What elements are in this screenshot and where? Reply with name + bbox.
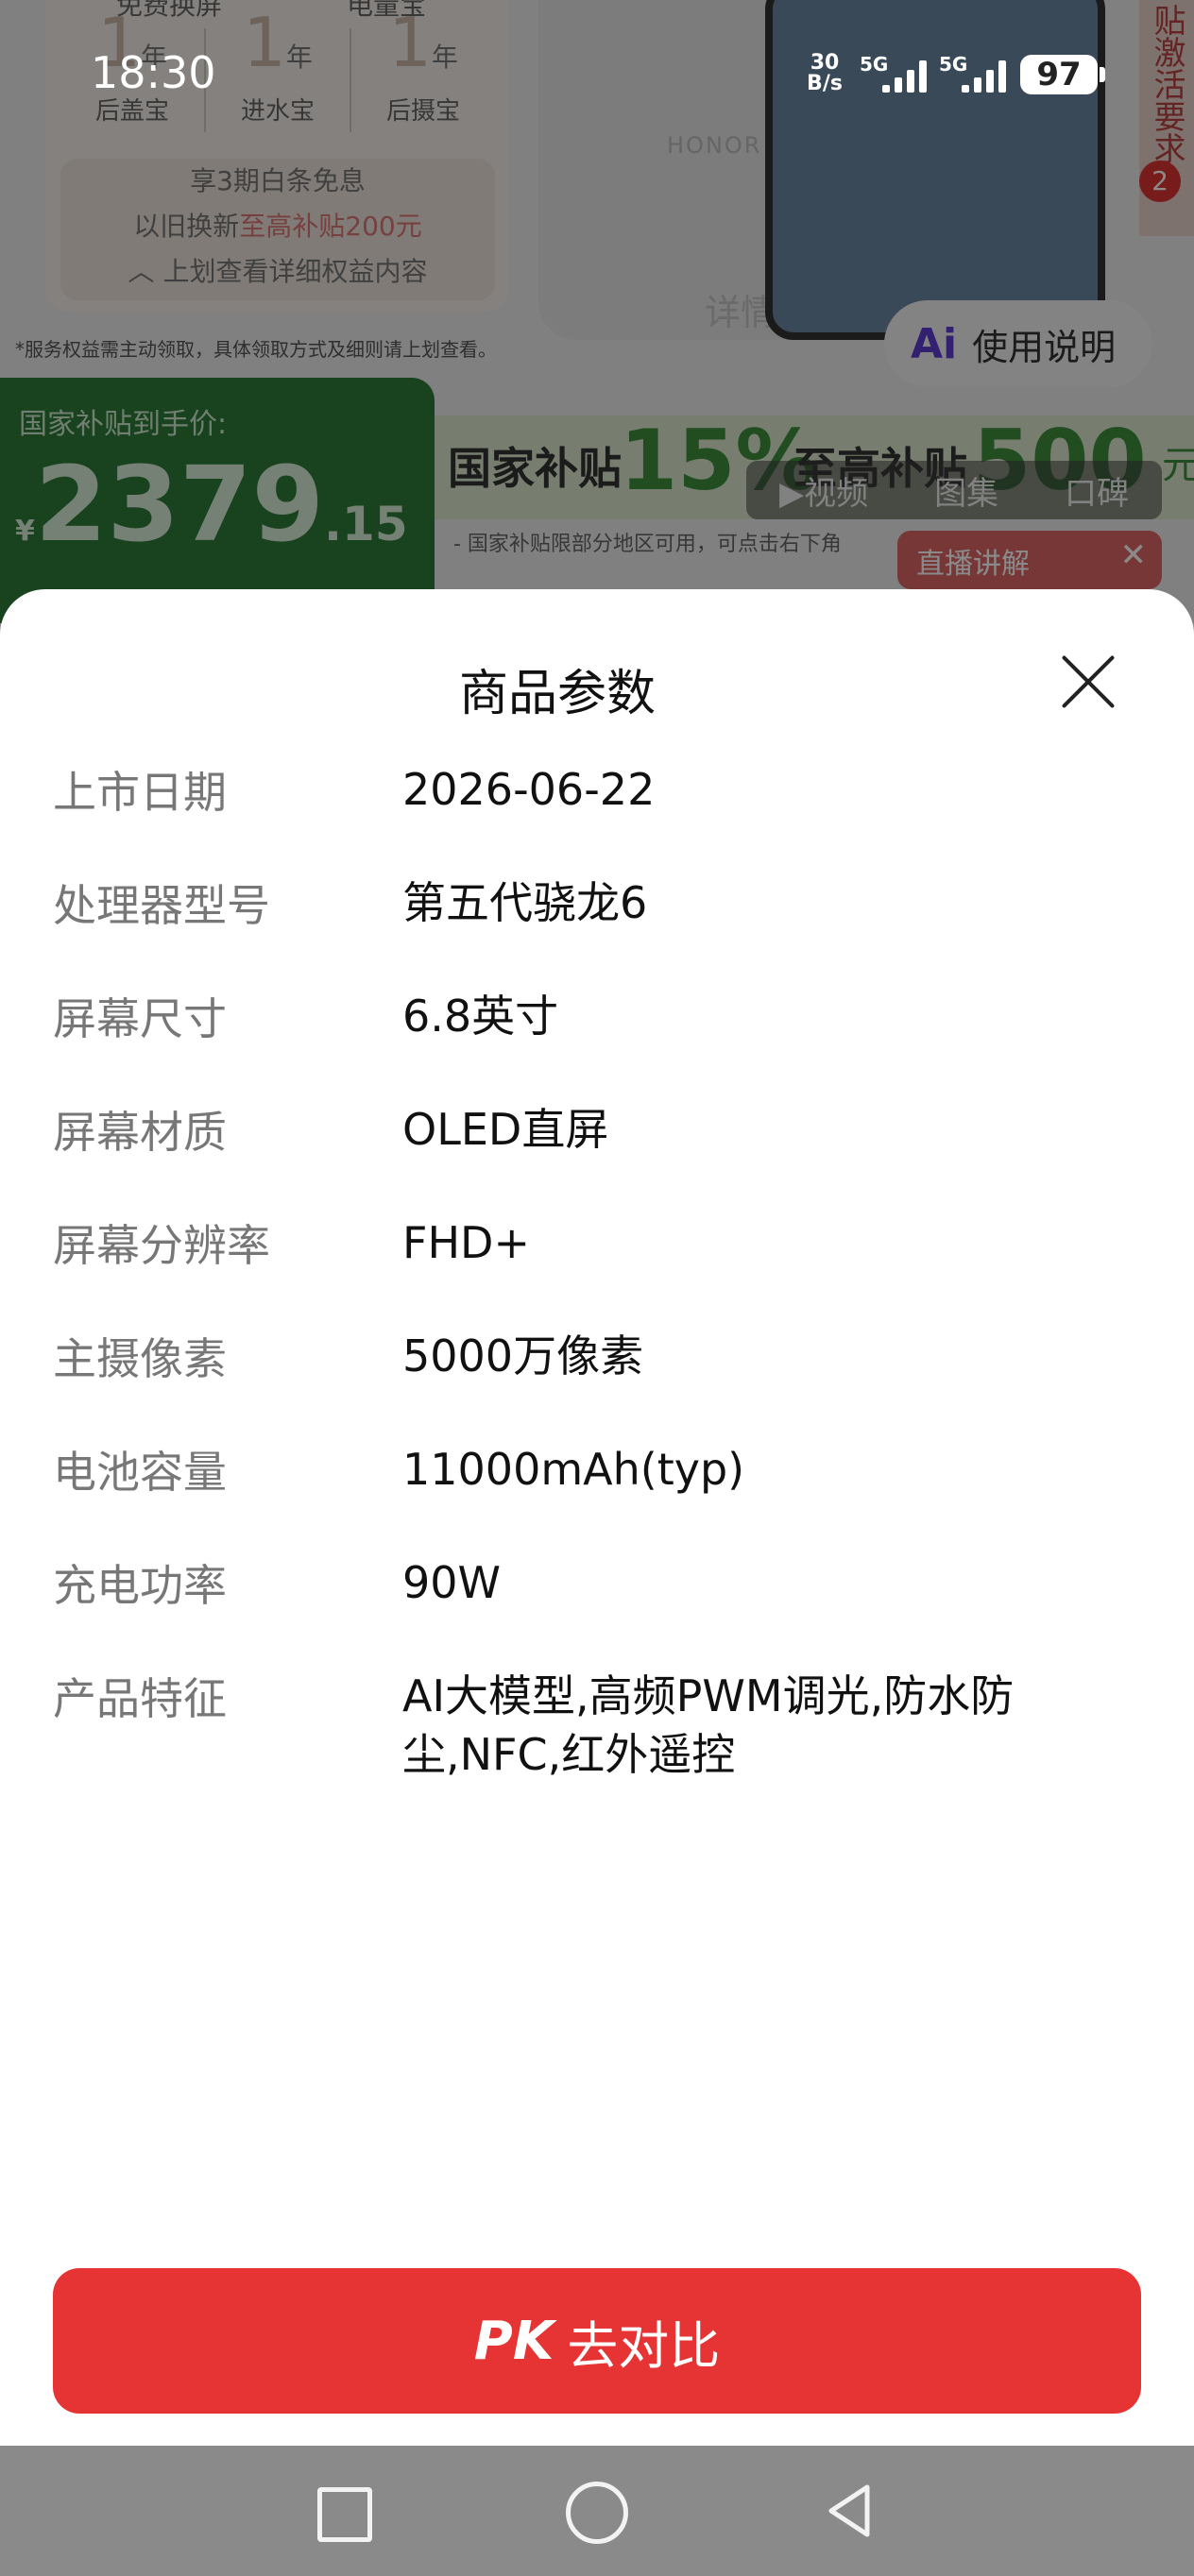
system-nav-bar — [0, 2446, 1194, 2576]
sim2-signal-icon: 5G — [939, 53, 1009, 94]
param-row-features: 产品特征 AI大模型,高频PWM调光,防水防尘,NFC,红外遥控 — [0, 1670, 1194, 1812]
battery-level: 97 — [1036, 56, 1082, 93]
battery-icon: 97 — [1020, 55, 1098, 94]
param-value: AI大模型,高频PWM调光,防水防尘,NFC,红外遥控 — [402, 1670, 1015, 1780]
param-row-processor: 处理器型号 第五代骁龙6 — [0, 877, 1194, 991]
param-key: 主摄像素 — [53, 1333, 227, 1384]
network-speed-value: 30 — [810, 51, 840, 75]
param-row-charging: 充电功率 90W — [0, 1557, 1194, 1670]
param-value: OLED直屏 — [402, 1104, 609, 1155]
param-key: 处理器型号 — [53, 880, 270, 931]
param-value: 2026-06-22 — [402, 764, 656, 815]
back-triangle-icon — [828, 2484, 870, 2537]
home-icon[interactable] — [562, 2478, 628, 2544]
param-value: 6.8英寸 — [402, 991, 559, 1042]
param-row-release-date: 上市日期 2026-06-22 — [0, 764, 1194, 877]
status-bar: 18:30 30 B/s 5G 5G 97 — [0, 0, 1194, 142]
param-key: 电池容量 — [53, 1447, 227, 1498]
param-value: 5000万像素 — [402, 1330, 644, 1381]
recent-apps-icon[interactable] — [308, 2478, 374, 2544]
param-value: 11000mAh(typ) — [402, 1444, 745, 1495]
network-speed-unit: B/s — [807, 72, 843, 95]
param-row-screen-material: 屏幕材质 OLED直屏 — [0, 1104, 1194, 1217]
param-key: 屏幕材质 — [53, 1107, 227, 1158]
network-speed: 30 B/s — [801, 53, 848, 94]
pk-logo: PK — [473, 2310, 554, 2372]
param-key: 产品特征 — [53, 1673, 227, 1724]
sim1-signal-icon: 5G — [860, 53, 930, 94]
param-key: 屏幕分辨率 — [53, 1220, 270, 1271]
params-list: 上市日期 2026-06-22 处理器型号 第五代骁龙6 屏幕尺寸 6.8英寸 … — [0, 764, 1194, 1812]
back-icon[interactable] — [818, 2478, 884, 2544]
close-icon[interactable] — [1058, 652, 1118, 712]
status-time: 18:30 — [91, 47, 216, 98]
param-key: 充电功率 — [53, 1560, 227, 1611]
param-value: 第五代骁龙6 — [402, 877, 648, 928]
sheet-title: 商品参数 — [458, 666, 656, 722]
param-row-main-camera: 主摄像素 5000万像素 — [0, 1330, 1194, 1444]
param-row-battery: 电池容量 11000mAh(typ) — [0, 1444, 1194, 1557]
param-value: 90W — [402, 1557, 502, 1608]
battery-tip — [1100, 67, 1105, 82]
param-key: 屏幕尺寸 — [53, 993, 227, 1044]
param-key: 上市日期 — [53, 767, 227, 818]
compare-button-label: 去对比 — [567, 2315, 721, 2376]
param-row-screen-size: 屏幕尺寸 6.8英寸 — [0, 991, 1194, 1104]
param-row-resolution: 屏幕分辨率 FHD+ — [0, 1217, 1194, 1330]
product-params-sheet: 商品参数 上市日期 2026-06-22 处理器型号 第五代骁龙6 屏幕尺寸 6… — [0, 589, 1194, 2446]
compare-button[interactable]: PK 去对比 — [53, 2268, 1141, 2414]
param-value: FHD+ — [402, 1217, 531, 1268]
